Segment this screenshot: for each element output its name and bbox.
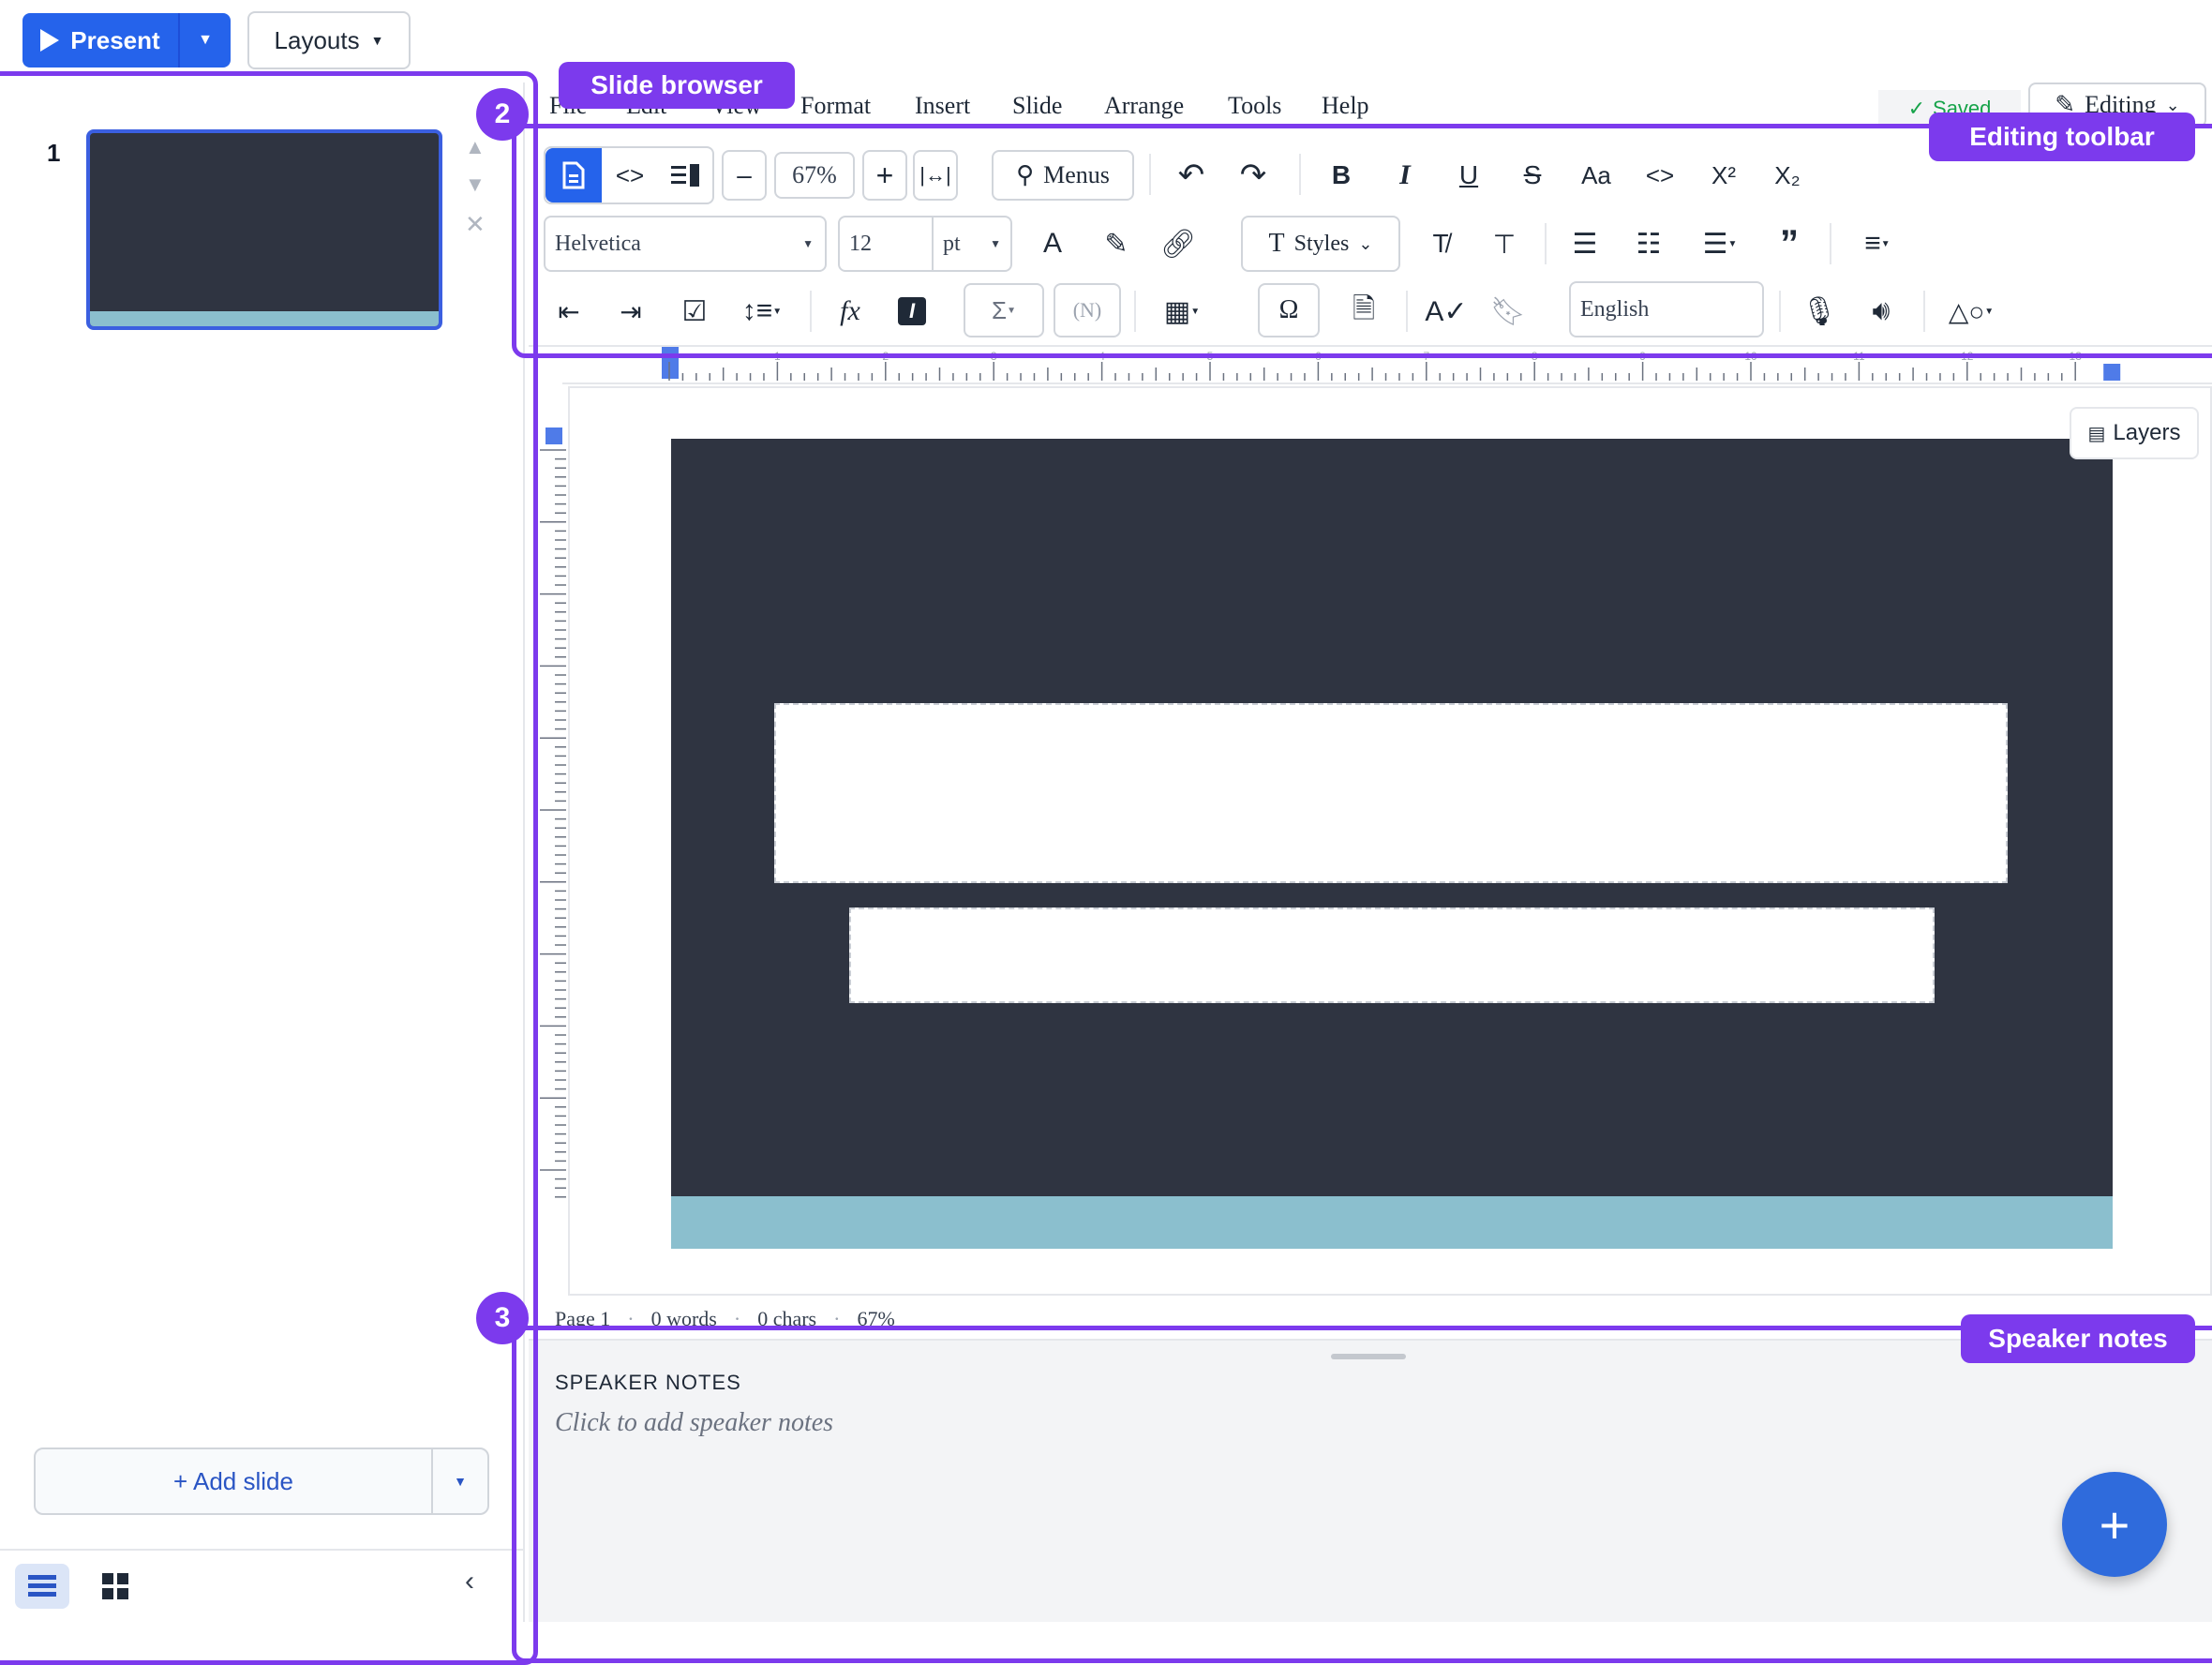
title-placeholder[interactable] bbox=[774, 703, 2008, 883]
caret-down-icon: ▼ bbox=[198, 32, 213, 48]
speaker-notes-label: Speaker notes bbox=[1961, 1314, 2195, 1363]
menu-insert[interactable]: Insert bbox=[915, 92, 970, 120]
check-icon: ✓ bbox=[1907, 97, 1926, 120]
menu-tools[interactable]: Tools bbox=[1228, 92, 1281, 120]
vertical-ruler bbox=[534, 394, 568, 1252]
menu-help[interactable]: Help bbox=[1322, 92, 1369, 120]
present-options-button[interactable]: ▼ bbox=[178, 13, 231, 68]
ruler-margin-marker bbox=[2103, 364, 2121, 381]
layouts-button[interactable]: Layouts ▼ bbox=[247, 11, 411, 69]
caret-down-icon: ▼ bbox=[370, 33, 384, 48]
slide-browser-outline bbox=[0, 71, 538, 1665]
layouts-label: Layouts bbox=[274, 25, 360, 54]
subtitle-placeholder[interactable] bbox=[849, 908, 1935, 1003]
top-bar: Present ▼ Layouts ▼ bbox=[0, 0, 2212, 82]
speaker-notes-outline bbox=[512, 1326, 2212, 1663]
ruler-margin-marker bbox=[546, 428, 562, 444]
menu-arrange[interactable]: Arrange bbox=[1104, 92, 1184, 120]
editing-toolbar-label: Editing toolbar bbox=[1929, 112, 2195, 161]
menu-slide[interactable]: Slide bbox=[1012, 92, 1062, 120]
slide-browser-label: Slide browser bbox=[559, 62, 795, 109]
play-icon bbox=[40, 29, 60, 52]
present-button[interactable]: Present bbox=[22, 13, 178, 68]
slide-canvas-area: ▤ Layers bbox=[568, 386, 2212, 1296]
layers-icon: ▤ bbox=[2087, 423, 2106, 444]
slide-footer-band bbox=[671, 1196, 2113, 1249]
present-button-group: Present ▼ bbox=[22, 13, 231, 68]
annotation-number-2: 2 bbox=[476, 88, 529, 141]
layers-button[interactable]: ▤ Layers bbox=[2070, 407, 2199, 459]
layers-label: Layers bbox=[2113, 420, 2181, 445]
slide-canvas[interactable] bbox=[671, 439, 2113, 1249]
menu-format[interactable]: Format bbox=[800, 92, 871, 120]
annotation-number-3: 3 bbox=[476, 1292, 529, 1344]
present-label: Present bbox=[70, 25, 160, 54]
ruler-ticks-vertical bbox=[540, 428, 566, 1252]
